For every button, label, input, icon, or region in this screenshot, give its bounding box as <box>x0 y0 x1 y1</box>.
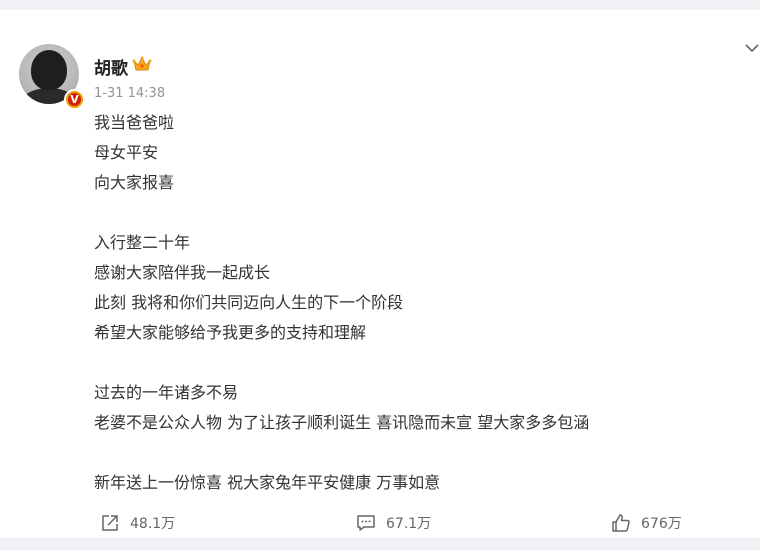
post-line: 过去的一年诸多不易 <box>94 383 239 402</box>
comment-icon <box>357 515 375 531</box>
post-line: 希望大家能够给予我更多的支持和理解 <box>94 323 367 342</box>
repost-button[interactable]: 48.1万 <box>100 508 175 538</box>
post-line: 感谢大家陪伴我一起成长 <box>94 263 271 282</box>
post-line: 入行整二十年 <box>94 233 191 252</box>
post-line: 向大家报喜 <box>94 173 175 192</box>
post-line: 老婆不是公众人物 为了让孩子顺利诞生 喜讯隐而未宣 望大家多多包涵 <box>94 413 590 432</box>
post-line: 新年送上一份惊喜 祝大家兔年平安健康 万事如意 <box>94 473 441 492</box>
like-button[interactable]: 676万 <box>611 508 682 538</box>
post-line: 母女平安 <box>94 143 159 162</box>
chevron-down-icon[interactable] <box>744 42 760 54</box>
repost-icon <box>102 515 118 531</box>
post-action-bar: 48.1万 67.1万 676万 <box>0 508 760 538</box>
post-line: 此刻 我将和你们共同迈向人生的下一个阶段 <box>94 293 404 312</box>
post-line: 我当爸爸啦 <box>94 113 175 132</box>
like-count: 676万 <box>641 516 682 532</box>
thumbs-up-icon <box>612 514 630 532</box>
comment-button[interactable]: 67.1万 <box>356 508 431 538</box>
post-content: 我当爸爸啦 母女平安 向大家报喜 入行整二十年 感谢大家陪伴我一起成长 此刻 我… <box>94 108 734 498</box>
repost-count: 48.1万 <box>130 516 176 532</box>
crown-icon[interactable] <box>132 54 152 74</box>
avatar-silhouette-head <box>31 50 67 90</box>
post-timestamp[interactable]: 1-31 14:38 <box>94 86 165 101</box>
weibo-post-card: V 胡歌 1-31 14:38 我当爸爸啦 母女平安 向大家报喜 入行整二十年 … <box>0 10 760 538</box>
comment-count: 67.1万 <box>386 516 432 532</box>
verified-badge-icon: V <box>64 89 85 110</box>
author-name[interactable]: 胡歌 <box>94 54 128 79</box>
